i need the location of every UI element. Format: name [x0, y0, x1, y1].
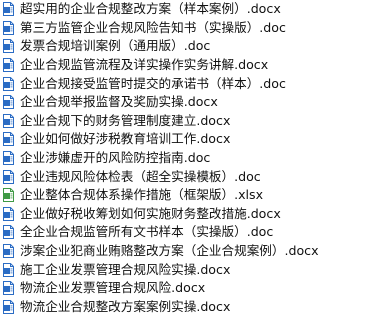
file-name: 施工企业发票管理合规风险实操.docx — [20, 261, 231, 277]
file-name: 全企业合规监管所有文书样本（实操版）.doc — [20, 224, 274, 240]
file-name: 物流企业发票管理合规风险.docx — [20, 280, 206, 296]
file-list-item[interactable]: 企业合规举报监督及奖励实操.docx — [0, 93, 365, 112]
file-list-item[interactable]: 企业涉嫌虚开的风险防控指南.doc — [0, 149, 365, 168]
file-name: 企业合规监管流程及详实操作实务讲解.docx — [20, 57, 269, 73]
excel-xlsx-icon — [3, 188, 14, 203]
file-name: 企业违规风险体检表（超全实操模板）.doc — [20, 168, 261, 184]
file-name: 企业合规接受监管时提交的承诺书（样本）.doc — [20, 75, 286, 91]
word-doc-icon — [3, 132, 14, 147]
word-doc-icon — [3, 262, 14, 277]
file-list-item[interactable]: 施工企业发票管理合规风险实操.docx — [0, 260, 365, 279]
file-list-item[interactable]: 企业如何做好涉税教育培训工作.docx — [0, 130, 365, 149]
word-doc-icon — [3, 2, 14, 17]
word-doc-icon — [3, 39, 14, 54]
file-list-item[interactable]: 全企业合规监管所有文书样本（实操版）.doc — [0, 223, 365, 242]
word-doc-icon — [3, 225, 14, 240]
file-list-item[interactable]: 超实用的企业合规整改方案（样本案例）.docx — [0, 0, 365, 19]
file-list-item[interactable]: 发票合规培训案例（通用版）.doc — [0, 37, 365, 56]
word-doc-icon — [3, 151, 14, 166]
file-name: 第三方监管企业合规风险告知书（实操版）.doc — [20, 19, 286, 35]
word-doc-icon — [3, 281, 14, 296]
word-doc-icon — [3, 76, 14, 91]
file-name: 发票合规培训案例（通用版）.doc — [20, 38, 211, 54]
word-doc-icon — [3, 58, 14, 73]
file-list-item[interactable]: 企业合规下的财务管理制度建立.docx — [0, 112, 365, 131]
file-name: 企业整体合规体系操作措施（框架版）.xlsx — [20, 187, 264, 203]
file-list-item[interactable]: 涉案企业犯商业贿赂整改方案（企业合规案例）.docx — [0, 242, 365, 261]
file-name: 企业做好税收筹划如何实施财务整改措施.docx — [20, 205, 281, 221]
file-list-item[interactable]: 第三方监管企业合规风险告知书（实操版）.doc — [0, 19, 365, 38]
file-name: 企业如何做好涉税教育培训工作.docx — [20, 131, 231, 147]
file-list-item[interactable]: 企业合规监管流程及详实操作实务讲解.docx — [0, 56, 365, 75]
word-doc-icon — [3, 299, 14, 314]
file-list-item[interactable]: 企业违规风险体检表（超全实操模板）.doc — [0, 167, 365, 186]
word-doc-icon — [3, 95, 14, 110]
file-list-item[interactable]: 企业做好税收筹划如何实施财务整改措施.docx — [0, 205, 365, 224]
file-list-item[interactable]: 物流企业合规整改方案案例实操.docx — [0, 298, 365, 317]
word-doc-icon — [3, 169, 14, 184]
file-name: 物流企业合规整改方案案例实操.docx — [20, 298, 231, 314]
file-list: 超实用的企业合规整改方案（样本案例）.docx 第三方监管企业合规风险告知书（实操… — [0, 0, 365, 316]
file-name: 超实用的企业合规整改方案（样本案例）.docx — [20, 1, 281, 17]
file-list-item[interactable]: 企业整体合规体系操作措施（框架版）.xlsx — [0, 186, 365, 205]
file-name: 企业合规举报监督及奖励实操.docx — [20, 94, 218, 110]
word-doc-icon — [3, 244, 14, 259]
word-doc-icon — [3, 206, 14, 221]
word-doc-icon — [3, 20, 14, 35]
file-list-item[interactable]: 企业合规接受监管时提交的承诺书（样本）.doc — [0, 74, 365, 93]
word-doc-icon — [3, 113, 14, 128]
file-list-item[interactable]: 物流企业发票管理合规风险.docx — [0, 279, 365, 298]
file-name: 企业涉嫌虚开的风险防控指南.doc — [20, 150, 211, 166]
file-name: 企业合规下的财务管理制度建立.docx — [20, 112, 231, 128]
file-name: 涉案企业犯商业贿赂整改方案（企业合规案例）.docx — [20, 243, 319, 259]
